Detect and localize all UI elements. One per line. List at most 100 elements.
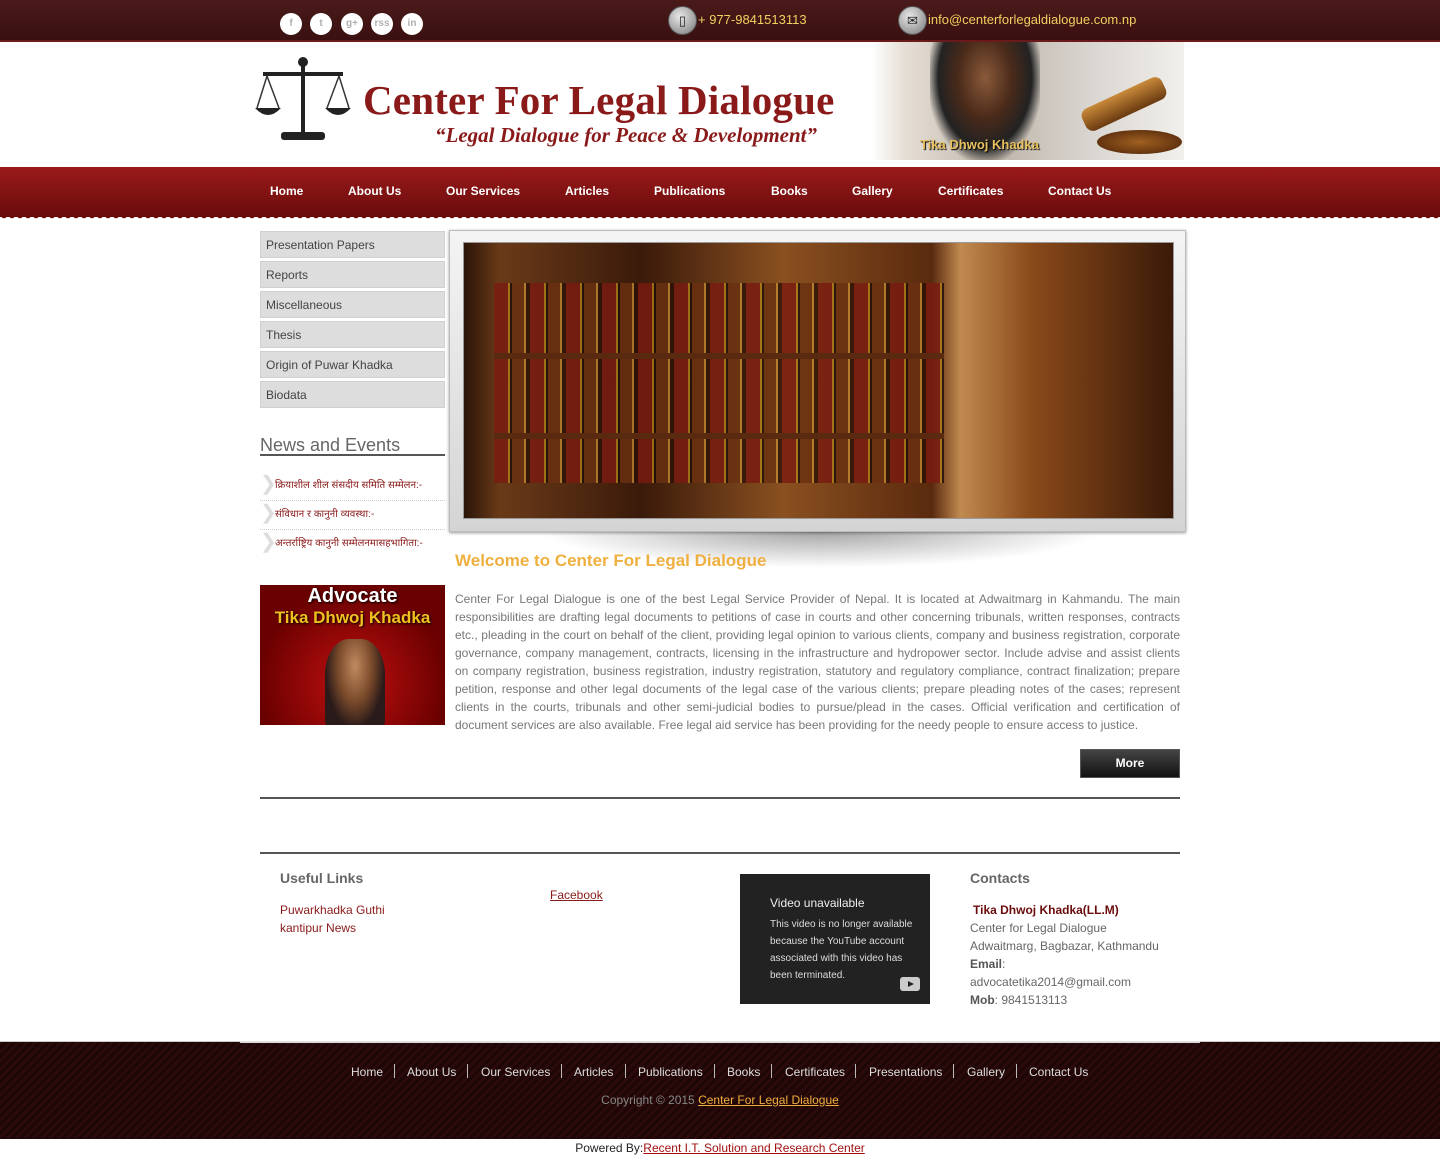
nav-gallery[interactable]: Gallery (852, 184, 893, 198)
facebook-link[interactable]: Facebook (550, 888, 603, 902)
email-separator: : (1002, 957, 1006, 971)
google-plus-icon[interactable]: g+ (341, 13, 363, 35)
footer-link-presentations[interactable]: Presentations (869, 1065, 942, 1079)
advocate-portrait (325, 639, 385, 725)
contact-email: advocatetika2014@gmail.com (970, 975, 1131, 989)
footer-separator (855, 1064, 856, 1078)
nav-books[interactable]: Books (771, 184, 808, 198)
more-button[interactable]: More (1080, 749, 1180, 778)
divider (260, 852, 1180, 854)
powered-by: Powered By:Recent I.T. Solution and Rese… (0, 1139, 1440, 1157)
footer-link-books[interactable]: Books (727, 1065, 760, 1079)
footer-link-certificates[interactable]: Certificates (785, 1065, 845, 1079)
welcome-text: Center For Legal Dialogue is one of the … (455, 592, 1180, 732)
linkedin-icon[interactable]: in (401, 13, 423, 35)
powered-link[interactable]: Recent I.T. Solution and Research Center (643, 1141, 864, 1155)
contact-org: Center for Legal Dialogue (970, 921, 1107, 935)
shelf (494, 433, 944, 439)
video-title: Video unavailable (770, 896, 865, 910)
contact-mob-row: Mob: 9841513113 (970, 993, 1067, 1007)
advocate-card-name: Tika Dhwoj Khadka (274, 608, 431, 627)
footer-divider (240, 1041, 1200, 1043)
advocate-card: Advocate Tika Dhwoj Khadka (260, 585, 445, 725)
footer-separator (771, 1064, 772, 1078)
banner-photo: Tika Dhwoj Khadka (872, 42, 1184, 160)
twitter-icon[interactable]: t (310, 13, 332, 35)
welcome-title: Welcome to Center For Legal Dialogue (455, 551, 767, 570)
copyright-link[interactable]: Center For Legal Dialogue (698, 1093, 839, 1107)
footer-separator (625, 1064, 626, 1078)
footer-link-contact-us[interactable]: Contact Us (1029, 1065, 1088, 1079)
main-nav: Home About Us Our Services Articles Publ… (0, 167, 1440, 221)
nav-about-us[interactable]: About Us (348, 184, 401, 198)
law-library-image (463, 242, 1174, 519)
nav-publications[interactable]: Publications (654, 184, 725, 198)
news-item[interactable]: ❯ संविधान र कानुनी व्यवस्था:- (260, 503, 445, 530)
scales-of-justice-icon (255, 57, 351, 140)
nav-articles[interactable]: Articles (565, 184, 609, 198)
contacts-heading: Contacts (970, 870, 1030, 886)
sidebar-item-origin[interactable]: Origin of Puwar Khadka (260, 351, 445, 378)
top-email[interactable]: info@centerforlegaldialogue.com.np (928, 12, 1136, 27)
footer-link-our-services[interactable]: Our Services (481, 1065, 550, 1079)
video-message: This video is no longer available becaus… (770, 919, 913, 981)
footer-link-gallery[interactable]: Gallery (967, 1065, 1005, 1079)
banner-name: Tika Dhwoj Khadka (920, 137, 1039, 152)
site-header: Center For Legal Dialogue “Legal Dialogu… (0, 42, 1440, 167)
footer-separator (467, 1064, 468, 1078)
shelf (494, 353, 944, 359)
gavel-icon (1079, 74, 1169, 134)
news-item-text[interactable]: क्रियाशील शील संसदीय समिति सम्मेलन:- (275, 477, 440, 495)
footer-link-about-us[interactable]: About Us (407, 1065, 456, 1079)
footer-separator (394, 1064, 395, 1078)
contact-name: Tika Dhwoj Khadka(LL.M) (973, 903, 1119, 917)
sidebar-item-presentation-papers[interactable]: Presentation Papers (260, 231, 445, 258)
mobile-phone-icon: ▯ (668, 6, 697, 35)
facebook-icon[interactable]: f (280, 13, 302, 35)
email-label: Email (970, 957, 1003, 971)
footer-link-home[interactable]: Home (351, 1065, 383, 1079)
site-title: Center For Legal Dialogue (363, 77, 835, 123)
news-item[interactable]: ❯ क्रियाशील शील संसदीय समिति सम्मेलन:- (260, 474, 445, 501)
youtube-icon[interactable] (900, 977, 920, 991)
video-embed[interactable]: Video unavailable This video is no longe… (740, 874, 930, 1004)
contact-email-row: Email: (970, 957, 1005, 971)
useful-link-puwarkhadka-guthi[interactable]: Puwarkhadka Guthi (280, 903, 385, 917)
advocate-card-title: Advocate (307, 585, 398, 607)
divider (260, 797, 1180, 799)
book-spines (494, 283, 944, 483)
news-item[interactable]: ❯ अन्तर्राष्ट्रिय कानुनी सम्मेलनमासहभागि… (260, 532, 445, 572)
footer-link-articles[interactable]: Articles (574, 1065, 613, 1079)
copyright: Copyright © 2015 Center For Legal Dialog… (0, 1093, 1440, 1107)
useful-links-heading: Useful Links (280, 870, 364, 886)
nav-certificates[interactable]: Certificates (938, 184, 1003, 198)
nav-contact-us[interactable]: Contact Us (1048, 184, 1111, 198)
top-phone: + 977-9841513113 (698, 12, 807, 27)
envelope-icon: ✉ (898, 6, 927, 35)
footer-separator (1016, 1064, 1017, 1078)
rss-icon[interactable]: rss (371, 13, 393, 35)
footer-separator (561, 1064, 562, 1078)
footer (0, 1041, 1440, 1139)
top-bar: f t g+ rss in ▯ + 977-9841513113 ✉ info@… (0, 0, 1440, 42)
news-events-heading: News and Events (260, 436, 445, 456)
nav-our-services[interactable]: Our Services (446, 184, 520, 198)
contact-address: Adwaitmarg, Bagbazar, Kathmandu (970, 939, 1159, 953)
sidebar-item-thesis[interactable]: Thesis (260, 321, 445, 348)
footer-separator (953, 1064, 954, 1078)
image-slider[interactable] (449, 230, 1186, 532)
nav-home[interactable]: Home (270, 184, 303, 198)
sidebar-item-reports[interactable]: Reports (260, 261, 445, 288)
gavel-block (1097, 130, 1182, 154)
powered-label: Powered By: (575, 1141, 644, 1155)
footer-separator (714, 1064, 715, 1078)
sidebar-item-miscellaneous[interactable]: Miscellaneous (260, 291, 445, 318)
useful-link-kantipur-news[interactable]: kantipur News (280, 921, 356, 935)
news-item-text[interactable]: अन्तर्राष्ट्रिय कानुनी सम्मेलनमासहभागिता… (275, 535, 440, 553)
mob-value: : 9841513113 (994, 993, 1068, 1007)
sidebar-item-biodata[interactable]: Biodata (260, 381, 445, 408)
footer-link-publications[interactable]: Publications (638, 1065, 703, 1079)
mob-label: Mob (970, 993, 995, 1007)
site-tagline: “Legal Dialogue for Peace & Development” (435, 123, 817, 147)
news-item-text[interactable]: संविधान र कानुनी व्यवस्था:- (275, 506, 440, 524)
